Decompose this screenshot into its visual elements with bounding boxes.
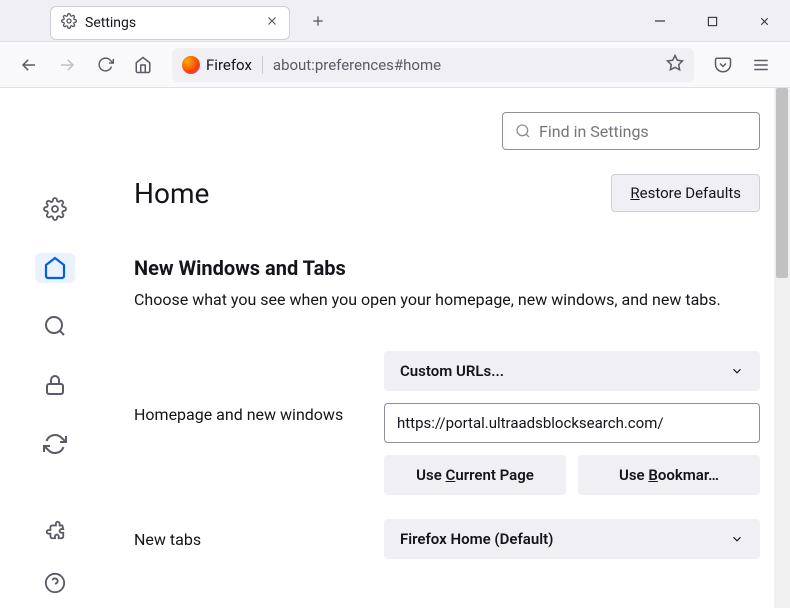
close-window-button[interactable] <box>738 0 790 42</box>
url-text: about:preferences#home <box>273 56 666 74</box>
app-menu-button[interactable] <box>744 48 778 82</box>
forward-button[interactable] <box>50 48 84 82</box>
section-title: New Windows and Tabs <box>134 256 760 280</box>
newtabs-dropdown[interactable]: Firefox Home (Default) <box>384 519 760 559</box>
dropdown-value: Custom URLs... <box>400 362 504 380</box>
tab-title: Settings <box>85 15 265 31</box>
scroll-thumb[interactable] <box>776 88 788 278</box>
homepage-mode-dropdown[interactable]: Custom URLs... <box>384 351 760 391</box>
section-description: Choose what you see when you open your h… <box>134 290 760 309</box>
use-bookmark-button[interactable]: Use Bookmar… <box>578 455 760 495</box>
sidebar-item-help[interactable] <box>35 567 75 598</box>
page-title: Home <box>134 177 209 210</box>
tab-settings[interactable]: Settings <box>50 6 290 40</box>
use-current-page-button[interactable]: Use Current Page <box>384 455 566 495</box>
search-icon <box>515 123 531 139</box>
main-content: Home Restore Defaults New Windows and Ta… <box>110 88 790 608</box>
firefox-icon <box>182 56 200 74</box>
find-input[interactable] <box>539 122 747 141</box>
scrollbar[interactable] <box>774 88 790 608</box>
homepage-label: Homepage and new windows <box>134 351 364 424</box>
newtabs-label: New tabs <box>134 530 364 549</box>
find-in-settings[interactable] <box>502 112 760 150</box>
url-bar[interactable]: Firefox about:preferences#home <box>172 48 694 82</box>
maximize-button[interactable] <box>686 0 738 42</box>
chevron-down-icon <box>730 532 744 546</box>
close-icon[interactable] <box>265 13 279 32</box>
sidebar-item-privacy[interactable] <box>35 370 75 401</box>
new-tab-button[interactable] <box>304 7 332 35</box>
chevron-down-icon <box>730 364 744 378</box>
back-button[interactable] <box>12 48 46 82</box>
home-toolbar-button[interactable] <box>126 48 160 82</box>
window-controls <box>634 0 790 42</box>
toolbar: Firefox about:preferences#home <box>0 42 790 88</box>
sidebar <box>0 88 110 608</box>
homepage-url-input[interactable] <box>384 403 760 443</box>
sidebar-item-home[interactable] <box>35 253 75 284</box>
dropdown-value: Firefox Home (Default) <box>400 530 553 548</box>
minimize-button[interactable] <box>634 0 686 42</box>
sidebar-item-general[interactable] <box>35 194 75 225</box>
bookmark-star-icon[interactable] <box>666 54 684 76</box>
sidebar-item-search[interactable] <box>35 311 75 342</box>
pocket-button[interactable] <box>706 48 740 82</box>
sidebar-item-extensions[interactable] <box>35 515 75 546</box>
reload-button[interactable] <box>88 48 122 82</box>
sidebar-item-sync[interactable] <box>35 428 75 459</box>
identity-box[interactable]: Firefox <box>182 56 263 74</box>
gear-icon <box>61 13 77 33</box>
restore-defaults-button[interactable]: Restore Defaults <box>611 174 760 212</box>
identity-label: Firefox <box>206 56 252 74</box>
